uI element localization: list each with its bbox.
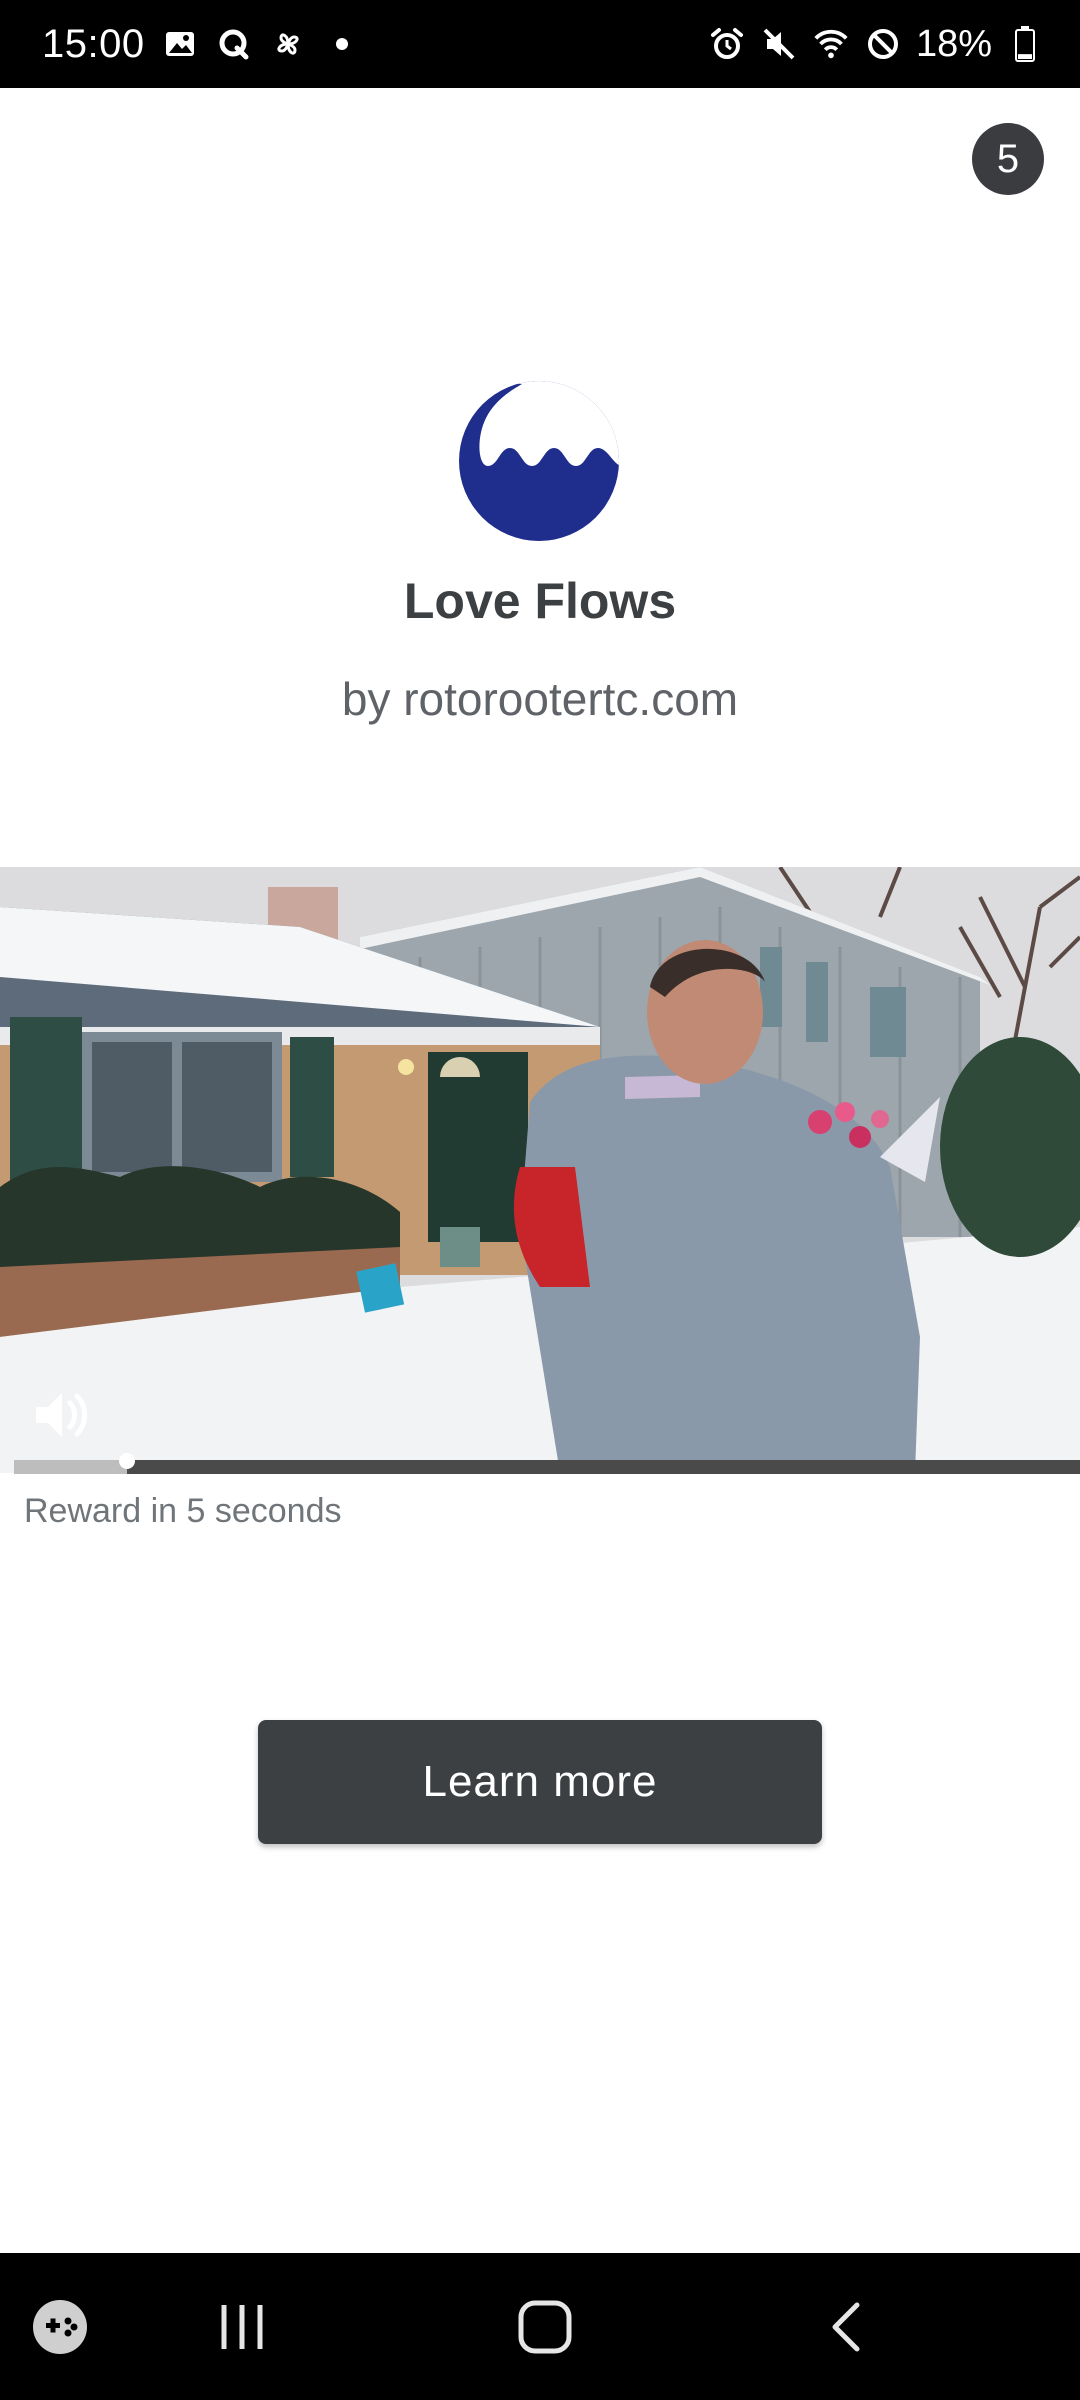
video-frame: [0, 867, 1080, 1473]
wifi-icon: [812, 25, 850, 63]
home-icon[interactable]: [485, 2253, 605, 2400]
ad-title: Love Flows: [403, 573, 677, 629]
reward-countdown-text: Reward in 5 seconds: [24, 1492, 342, 1530]
status-time: 15:00: [42, 21, 145, 66]
game-launcher-icon[interactable]: [0, 2253, 120, 2400]
alarm-icon: [708, 25, 746, 63]
do-not-disturb-icon: [864, 25, 902, 63]
video-progress-knob: [118, 1453, 135, 1469]
wave-logo-icon: [456, 378, 622, 544]
speaker-icon[interactable]: [30, 1385, 90, 1445]
countdown-badge: 5: [972, 123, 1044, 195]
status-bar: 15:00 18%: [0, 0, 1080, 88]
battery-percent: 18%: [915, 22, 992, 65]
ad-advertiser: by rotorootertc.com: [341, 673, 739, 725]
video-player[interactable]: [0, 867, 1080, 1473]
recent-apps-icon[interactable]: [182, 2253, 302, 2400]
video-progress-fill: [14, 1460, 127, 1474]
dot-icon: [323, 25, 361, 63]
pinwheel-icon: [269, 25, 307, 63]
learn-more-button[interactable]: Learn more: [258, 1720, 822, 1844]
gallery-icon: [161, 25, 199, 63]
back-icon[interactable]: [788, 2253, 908, 2400]
battery-icon: [1006, 25, 1044, 63]
q-icon: [215, 25, 253, 63]
video-progress-bar: [14, 1453, 1080, 1474]
mute-icon: [760, 25, 798, 63]
navigation-bar: [0, 2253, 1080, 2400]
